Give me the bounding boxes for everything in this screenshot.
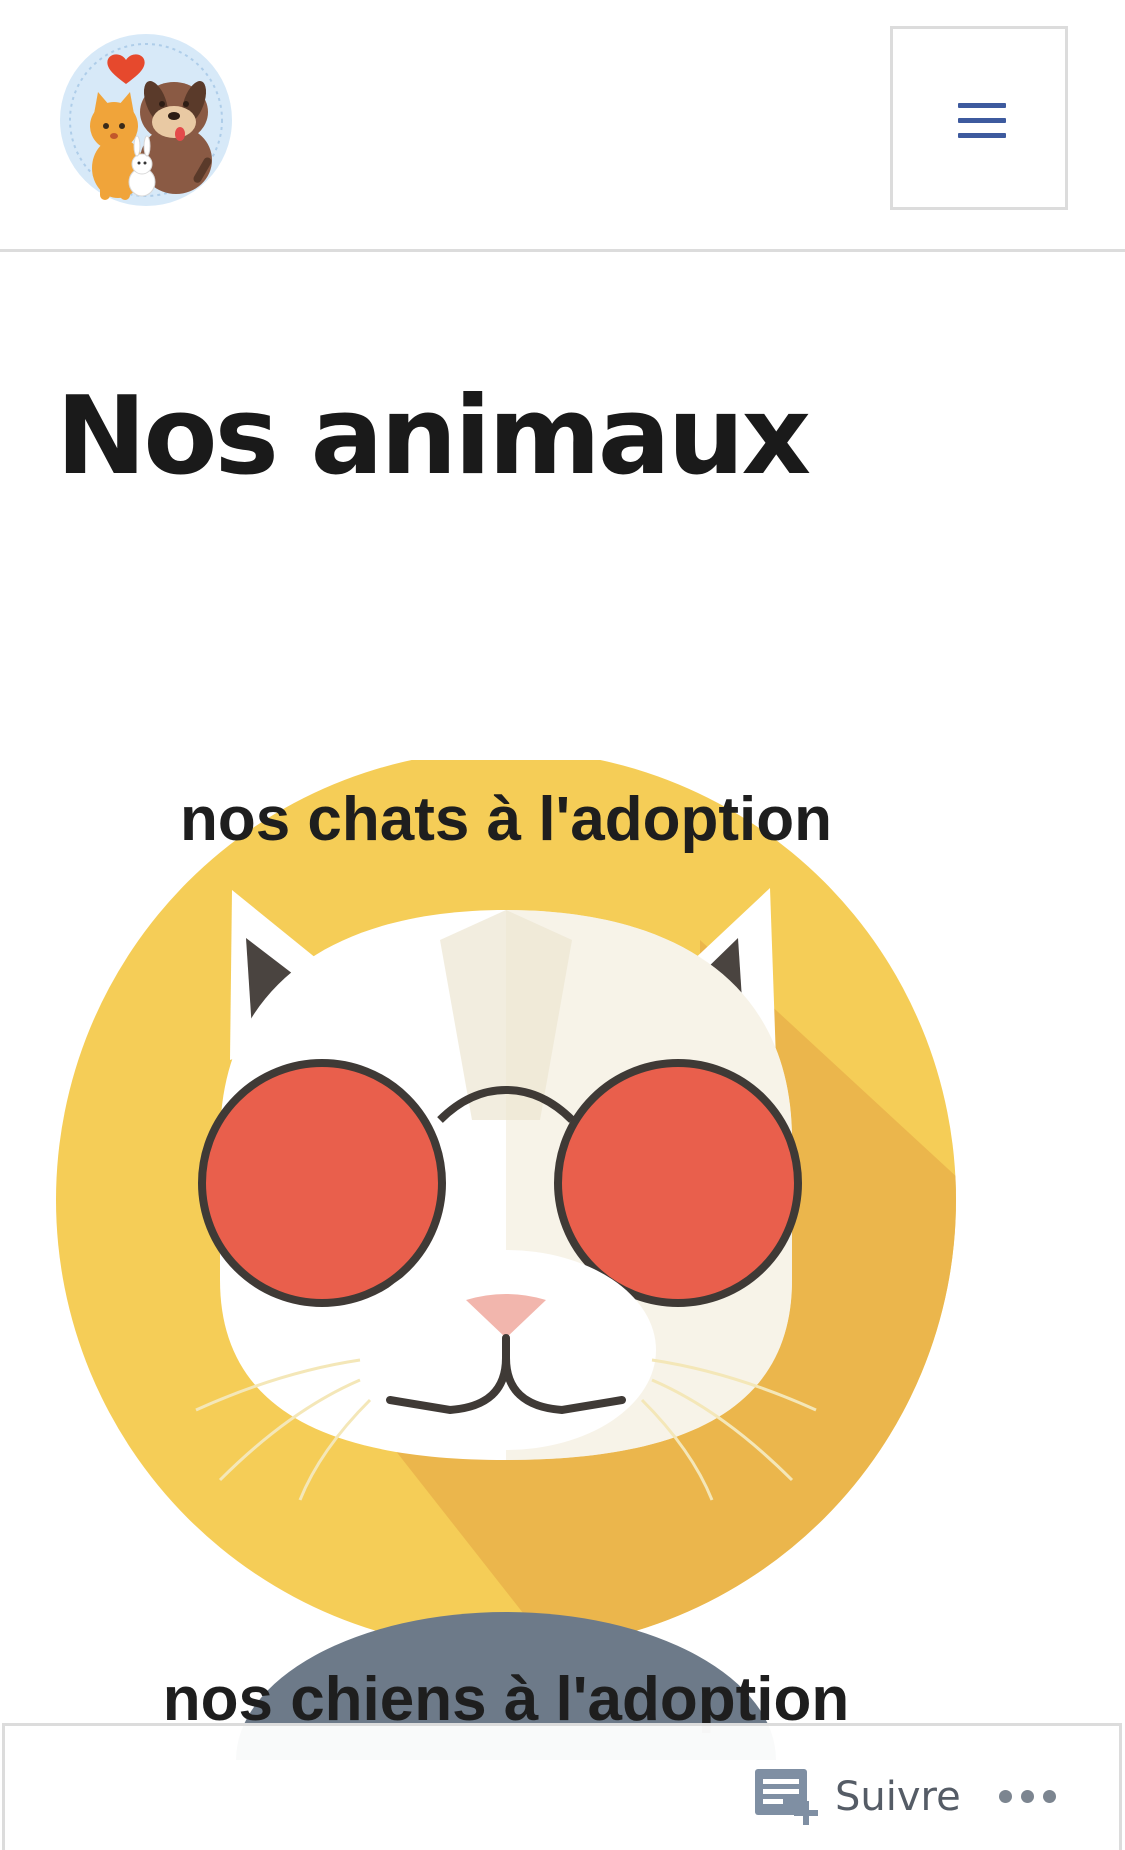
page: Nos animaux nos chats à l'adoption nos c… — [0, 0, 1125, 1850]
ellipsis-more-icon[interactable] — [999, 1776, 1059, 1816]
left-lens — [198, 1059, 446, 1307]
hamburger-menu-icon — [958, 103, 1006, 139]
follow-label: Suivre — [835, 1774, 961, 1820]
reader-follow-icon — [755, 1769, 818, 1825]
site-header — [0, 0, 1125, 252]
page-title: Nos animaux — [56, 374, 811, 499]
cats-caption: nos chats à l'adoption — [180, 785, 832, 854]
menu-button[interactable] — [890, 26, 1068, 210]
cats-adoption-image[interactable]: nos chats à l'adoption nos chiens à l'ad… — [0, 760, 1125, 1760]
cat-dog-rabbit-logo-icon[interactable] — [56, 30, 236, 210]
right-lens — [554, 1059, 802, 1307]
follow-button[interactable]: Suivre — [753, 1764, 961, 1830]
follow-bar: Suivre — [2, 1723, 1122, 1850]
